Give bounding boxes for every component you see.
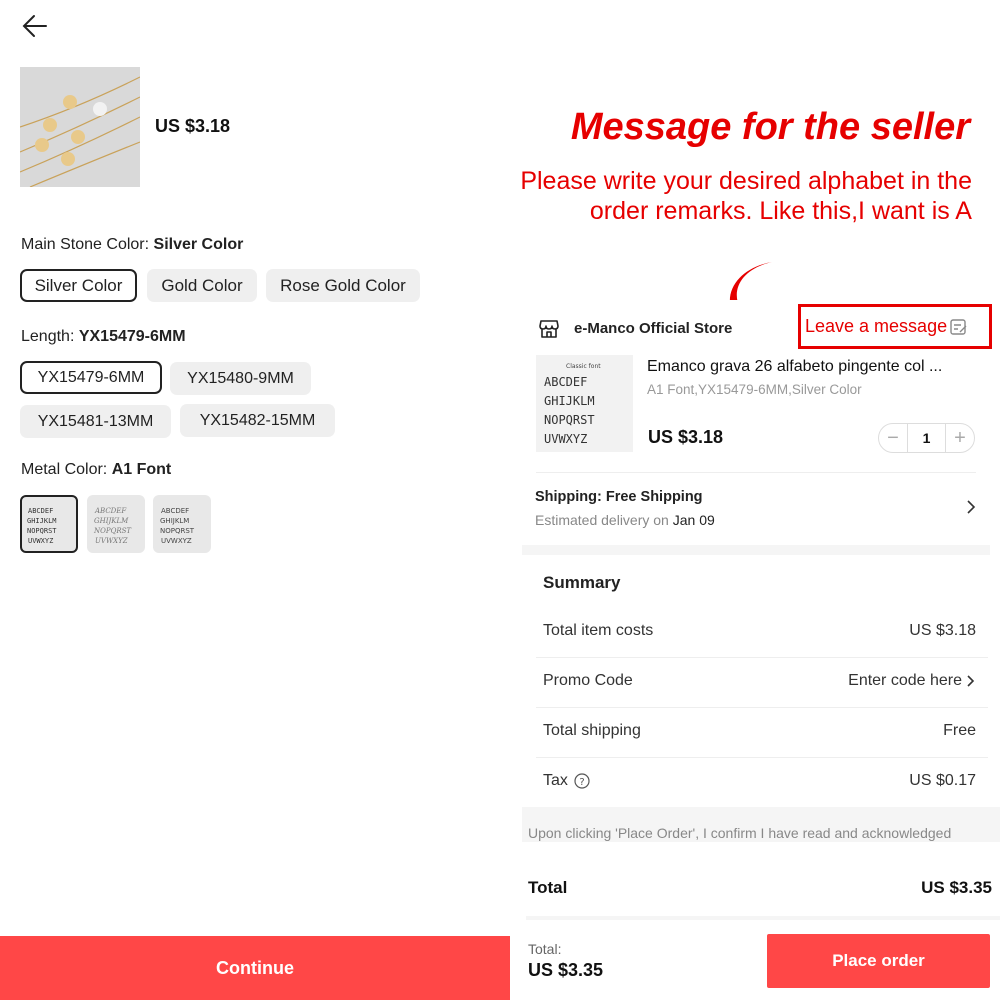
svg-text:NOPQRST: NOPQRST [160,527,195,535]
svg-text:ABCDEF: ABCDEF [544,375,587,389]
order-disclaimer: Upon clicking 'Place Order', I confirm I… [528,825,952,841]
svg-text:GHIJKLM: GHIJKLM [544,394,595,408]
checkout-bar: Total: US $3.35 Place order [510,920,1000,1000]
length-label: Length: YX15479-6MM [21,328,186,345]
svg-text:UVWXYZ: UVWXYZ [161,537,192,545]
total-label: Total [528,878,568,897]
promo-subtitle: Please write your desired alphabet in th… [520,167,972,225]
chevron-right-icon [967,500,976,514]
divider [536,472,976,473]
product-thumbnail [20,67,140,187]
bottom-total-value: US $3.35 [528,960,604,980]
delivery-date: Jan 09 [672,512,715,528]
place-order-button[interactable]: Place order [767,934,990,988]
continue-button[interactable]: Continue [0,936,510,1000]
font-swatch-provide[interactable]: ABCDEF GHIJKLM NOPQRST UVWXYZ [153,495,211,553]
store-icon [539,320,559,338]
summary-card: Summary Total item costs US $3.18 Promo … [522,555,998,807]
promo-title: Message for the seller [570,106,970,148]
total-value: US $3.35 [921,878,992,897]
length-value: YX15479-6MM [78,328,186,345]
chevron-right-icon [967,675,975,687]
svg-text:UVWXYZ: UVWXYZ [544,432,587,446]
shipping-row[interactable]: Shipping: Free Shipping Estimated delive… [522,475,990,537]
chip-length-6mm[interactable]: YX15479-6MM [20,361,162,394]
svg-text:?: ? [579,777,584,788]
summary-row-shipping: Total shipping Free [536,708,988,758]
increase-quantity-button[interactable]: + [946,424,974,452]
summary-row-item-costs: Total item costs US $3.18 [536,608,988,658]
svg-text:ABCDEF: ABCDEF [161,507,189,515]
summary-row-promo-code[interactable]: Promo Code Enter code here [536,658,988,708]
svg-text:ABCDEF: ABCDEF [28,507,53,515]
quantity-stepper: − 1 + [878,423,975,453]
chip-length-13mm[interactable]: YX15481-13MM [20,405,171,438]
chip-rose-gold-color[interactable]: Rose Gold Color [266,269,420,302]
metal-color-value: A1 Font [111,461,172,478]
promo-code-input: Enter code here [848,672,962,689]
svg-text:Classic font: Classic font [566,363,601,370]
chip-length-15mm[interactable]: YX15482-15MM [180,404,335,437]
quantity-value[interactable]: 1 [907,424,946,452]
svg-text:GHIJKLM: GHIJKLM [160,517,189,525]
stone-color-label: Main Stone Color: Silver Color [21,236,244,253]
summary-row-tax: Tax ? US $0.17 [543,772,976,789]
font-swatch-classic[interactable]: ABCDEF GHIJKLM NOPQRST UVWXYZ [20,495,78,553]
help-icon[interactable]: ? [574,773,590,789]
svg-text:UVWXYZ: UVWXYZ [95,537,128,545]
svg-text:ABCDEF: ABCDEF [94,507,127,515]
total-row: Total US $3.35 [528,878,992,902]
summary-title: Summary [543,573,621,592]
svg-text:NOPQRST: NOPQRST [93,527,132,535]
leave-message-label: Leave a message [805,316,948,336]
product-image[interactable]: Classic font ABCDEF GHIJKLM NOPQRST UVWX… [536,355,633,452]
chip-length-9mm[interactable]: YX15480-9MM [170,362,311,395]
decrease-quantity-button[interactable]: − [879,424,907,452]
edit-note-icon [950,318,967,335]
metal-color-label: Metal Color: A1 Font [21,461,172,478]
svg-text:GHIJKLM: GHIJKLM [27,517,57,525]
svg-text:GHIJKLM: GHIJKLM [94,517,129,525]
back-arrow-icon[interactable] [20,12,50,40]
leave-message-button[interactable]: Leave a message [798,304,992,349]
delivery-estimate: Estimated delivery on Jan 09 [535,512,715,528]
store-name[interactable]: e-Manco Official Store [574,320,732,337]
chip-gold-color[interactable]: Gold Color [147,269,257,302]
chip-silver-color[interactable]: Silver Color [20,269,137,302]
product-variant: A1 Font,YX15479-6MM,Silver Color [647,382,862,397]
font-swatch-artistic[interactable]: ABCDEF GHIJKLM NOPQRST UVWXYZ [87,495,145,553]
bottom-total-label: Total: [528,941,562,957]
section-gap [522,545,990,555]
order-confirmation-panel: Message for the seller Please write your… [510,0,1000,1000]
shipping-label: Shipping: Free Shipping [535,489,703,505]
variant-selector-panel: US $3.18 Main Stone Color: Silver Color … [0,0,510,1000]
store-product-card: e-Manco Official Store Leave a message C… [522,300,992,545]
line-item-price: US $3.18 [648,427,724,447]
svg-text:UVWXYZ: UVWXYZ [28,537,53,545]
product-title[interactable]: Emanco grava 26 alfabeto pingente col ..… [647,358,982,376]
svg-text:NOPQRST: NOPQRST [27,527,57,535]
svg-text:NOPQRST: NOPQRST [544,413,595,427]
product-price: US $3.18 [155,116,231,136]
stone-color-value: Silver Color [153,236,244,253]
